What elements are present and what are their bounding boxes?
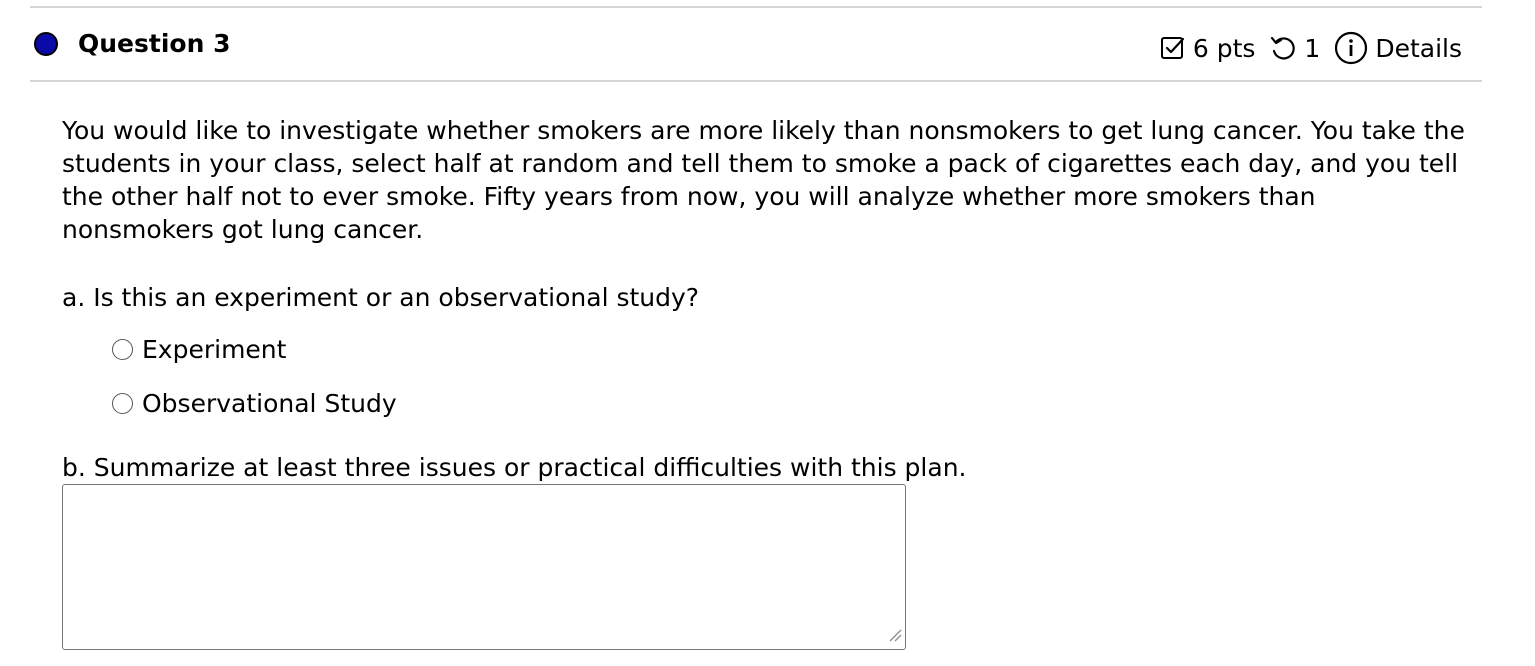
radio-observational-study[interactable] bbox=[112, 393, 133, 414]
question-body: You would like to investigate whether sm… bbox=[62, 114, 1472, 246]
points-group: 6 pts bbox=[1160, 33, 1256, 63]
details-label: Details bbox=[1375, 33, 1462, 63]
radio-experiment[interactable] bbox=[112, 339, 133, 360]
info-icon bbox=[1334, 31, 1368, 65]
retry-icon bbox=[1269, 34, 1297, 62]
option-observational-study-label: Observational Study bbox=[142, 389, 397, 418]
resize-handle-icon[interactable] bbox=[887, 627, 903, 647]
part-b-question: b. Summarize at least three issues or pr… bbox=[62, 453, 967, 482]
question-prompt: You would like to investigate whether sm… bbox=[62, 116, 1465, 244]
attempts-group: 1 bbox=[1269, 34, 1320, 63]
details-toggle[interactable]: Details bbox=[1334, 31, 1462, 65]
option-experiment-label: Experiment bbox=[142, 335, 287, 364]
checkbox-icon bbox=[1160, 35, 1186, 61]
points-label: 6 pts bbox=[1192, 33, 1256, 63]
part-a-question: a. Is this an experiment or an observati… bbox=[62, 283, 700, 312]
question-meta: 6 pts 1 Details bbox=[1160, 28, 1462, 68]
option-observational-study[interactable]: Observational Study bbox=[112, 389, 397, 418]
answer-textarea[interactable] bbox=[62, 484, 906, 650]
option-experiment[interactable]: Experiment bbox=[112, 335, 286, 364]
attempts-label: 1 bbox=[1304, 33, 1321, 63]
question-status-dot bbox=[34, 32, 58, 56]
question-header: Question 3 6 pts 1 Details bbox=[30, 8, 1482, 82]
question-title: Question 3 bbox=[78, 29, 231, 58]
